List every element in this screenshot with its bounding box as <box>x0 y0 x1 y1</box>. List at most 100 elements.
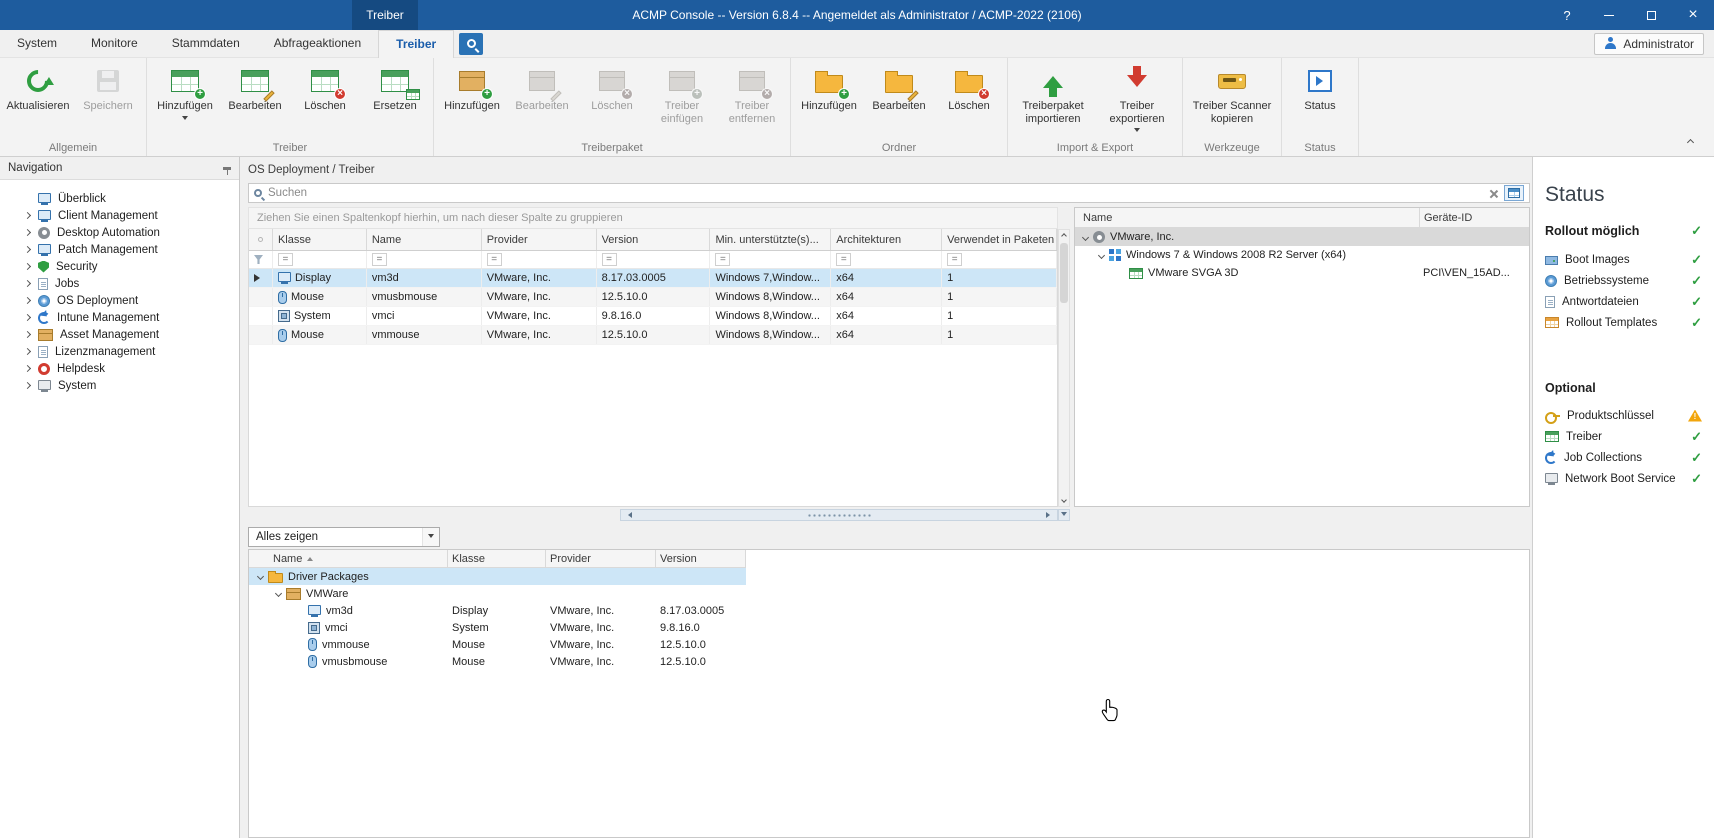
column-header-architekturen[interactable]: Architekturen <box>831 229 942 250</box>
tab-monitore[interactable]: Monitore <box>74 30 155 58</box>
expand-icon[interactable] <box>24 314 31 321</box>
collapse-icon[interactable] <box>1082 233 1089 240</box>
sidebar-item-desktop-automation[interactable]: Desktop Automation <box>0 224 239 241</box>
aktualisieren-button[interactable]: Aktualisieren <box>3 60 73 113</box>
expand-icon[interactable] <box>24 246 31 253</box>
column-header-name[interactable]: Name <box>1075 212 1419 224</box>
column-header-provider[interactable]: Provider <box>546 550 656 568</box>
column-header-provider[interactable]: Provider <box>482 229 597 250</box>
column-header-geraete-id[interactable]: Geräte-ID <box>1419 208 1529 227</box>
tab-abfrageaktionen[interactable]: Abfrageaktionen <box>257 30 378 58</box>
filter-operator[interactable]: = <box>836 253 851 266</box>
sidebar-item-security[interactable]: Security <box>0 258 239 275</box>
treiber-ersetzen-button[interactable]: Ersetzen <box>360 60 430 113</box>
column-header-klasse[interactable]: Klasse <box>448 550 546 568</box>
collapse-icon[interactable] <box>1098 251 1105 258</box>
filter-operator[interactable]: = <box>487 253 502 266</box>
expand-icon[interactable] <box>24 365 31 372</box>
column-header-version[interactable]: Version <box>597 229 711 250</box>
table-row-vm3d[interactable]: Display vm3d VMware, Inc. 8.17.03.0005 W… <box>249 269 1057 288</box>
scroll-up-button[interactable] <box>1059 230 1069 242</box>
tree-row-driver-packages[interactable]: Driver Packages <box>249 568 1529 585</box>
sidebar-item-helpdesk[interactable]: Helpdesk <box>0 360 239 377</box>
filter-operator[interactable]: = <box>947 253 962 266</box>
expand-icon[interactable] <box>24 280 31 287</box>
collapse-icon[interactable] <box>257 573 264 580</box>
treiber-hinzufuegen-button[interactable]: Hinzufügen <box>150 60 220 123</box>
sidebar-item-client-management[interactable]: Client Management <box>0 207 239 224</box>
expand-icon[interactable] <box>24 297 31 304</box>
status-item-treiber[interactable]: Treiber ✓ <box>1545 426 1702 447</box>
administrator-button[interactable]: Administrator <box>1594 33 1704 55</box>
expand-icon[interactable] <box>24 229 31 236</box>
tree-row-vmci[interactable]: vmci System VMware, Inc. 9.8.16.0 <box>249 619 1529 636</box>
table-row-vmci[interactable]: System vmci VMware, Inc. 9.8.16.0 Window… <box>249 307 1057 326</box>
status-button[interactable]: Status <box>1285 60 1355 113</box>
treiber-exportieren-button[interactable]: Treiber exportieren <box>1095 60 1179 135</box>
sidebar-item-os-deployment[interactable]: OS Deployment <box>0 292 239 309</box>
filter-operator[interactable]: = <box>278 253 293 266</box>
status-item-boot-images[interactable]: Boot Images ✓ <box>1545 249 1702 270</box>
sidebar-item-lizenzmanagement[interactable]: Lizenzmanagement <box>0 343 239 360</box>
column-header-version[interactable]: Version <box>656 550 746 568</box>
column-header-name[interactable]: Name <box>367 229 482 250</box>
column-header-verwendet[interactable]: Verwendet in Paketen <box>942 229 1057 250</box>
filter-operator[interactable]: = <box>372 253 387 266</box>
tree-row-vmware-svga[interactable]: VMware SVGA 3D PCI\VEN_15AD... <box>1075 264 1529 282</box>
ordner-hinzufuegen-button[interactable]: Hinzufügen <box>794 60 864 113</box>
search-input[interactable] <box>268 187 1483 199</box>
treiberpaket-importieren-button[interactable]: Treiberpaket importieren <box>1011 60 1095 125</box>
filter-operator[interactable]: = <box>715 253 730 266</box>
sidebar-item-intune-management[interactable]: Intune Management <box>0 309 239 326</box>
sidebar-item-jobs[interactable]: Jobs <box>0 275 239 292</box>
ordner-loeschen-button[interactable]: Löschen <box>934 60 1004 113</box>
table-row-vmusbmouse[interactable]: Mouse vmusbmouse VMware, Inc. 12.5.10.0 … <box>249 288 1057 307</box>
help-button[interactable]: ? <box>1546 0 1588 30</box>
column-header-min-os[interactable]: Min. unterstützte(s)... <box>710 229 831 250</box>
status-item-betriebssysteme[interactable]: Betriebssysteme ✓ <box>1545 270 1702 291</box>
scroll-left-icon[interactable] <box>625 512 632 518</box>
combo-dropdown-button[interactable] <box>422 528 439 546</box>
splitter-grip[interactable] <box>807 513 871 518</box>
sidebar-item-patch-management[interactable]: Patch Management <box>0 241 239 258</box>
horizontal-splitter[interactable] <box>620 509 1058 521</box>
status-item-rollout-templates[interactable]: Rollout Templates ✓ <box>1545 312 1702 333</box>
scrollbar-thumb[interactable] <box>1060 243 1068 303</box>
tree-row-vmware[interactable]: VMWare <box>249 585 1529 602</box>
tab-stammdaten[interactable]: Stammdaten <box>155 30 257 58</box>
close-button[interactable]: × <box>1672 0 1714 30</box>
tree-row-vmware-inc[interactable]: VMware, Inc. <box>1075 228 1529 246</box>
tree-row-windows-7[interactable]: Windows 7 & Windows 2008 R2 Server (x64) <box>1075 246 1529 264</box>
expand-icon[interactable] <box>24 331 31 338</box>
ordner-bearbeiten-button[interactable]: Bearbeiten <box>864 60 934 113</box>
column-chooser-button[interactable] <box>1504 185 1524 201</box>
status-item-job-collections[interactable]: Job Collections ✓ <box>1545 447 1702 468</box>
scroll-right-icon[interactable] <box>1046 512 1053 518</box>
tree-row-vmmouse[interactable]: vmmouse Mouse VMware, Inc. 12.5.10.0 <box>249 636 1529 653</box>
status-item-antwortdateien[interactable]: Antwortdateien ✓ <box>1545 291 1702 312</box>
vertical-scrollbar[interactable] <box>1058 229 1070 507</box>
pinned-document-tab[interactable]: Treiber <box>352 0 418 30</box>
minimize-button[interactable] <box>1588 0 1630 30</box>
column-header-name[interactable]: Name <box>249 550 448 568</box>
filter-operator[interactable]: = <box>602 253 617 266</box>
sidebar-item-system[interactable]: System <box>0 377 239 394</box>
sidebar-item-asset-management[interactable]: Asset Management <box>0 326 239 343</box>
tree-row-vm3d[interactable]: vm3d Display VMware, Inc. 8.17.03.0005 <box>249 602 1529 619</box>
status-item-produktschluessel[interactable]: Produktschlüssel ! <box>1545 405 1702 426</box>
clear-search-icon[interactable] <box>1489 189 1498 198</box>
treiberpaket-hinzufuegen-button[interactable]: Hinzufügen <box>437 60 507 113</box>
tree-row-vmusbmouse[interactable]: vmusbmouse Mouse VMware, Inc. 12.5.10.0 <box>249 653 1529 670</box>
expand-icon[interactable] <box>24 263 31 270</box>
table-row-vmmouse[interactable]: Mouse vmmouse VMware, Inc. 12.5.10.0 Win… <box>249 326 1057 345</box>
tab-treiber[interactable]: Treiber <box>378 30 454 58</box>
collapse-icon[interactable] <box>275 590 282 597</box>
group-by-bar[interactable]: Ziehen Sie einen Spaltenkopf hierhin, um… <box>248 207 1058 229</box>
treiber-scanner-kopieren-button[interactable]: Treiber Scanner kopieren <box>1186 60 1278 125</box>
treiber-bearbeiten-button[interactable]: Bearbeiten <box>220 60 290 113</box>
scroll-down-button[interactable] <box>1059 494 1069 506</box>
expand-icon[interactable] <box>24 212 31 219</box>
ribbon-search-button[interactable] <box>459 33 483 55</box>
column-header-klasse[interactable]: Klasse <box>273 229 367 250</box>
treiber-loeschen-button[interactable]: Löschen <box>290 60 360 113</box>
